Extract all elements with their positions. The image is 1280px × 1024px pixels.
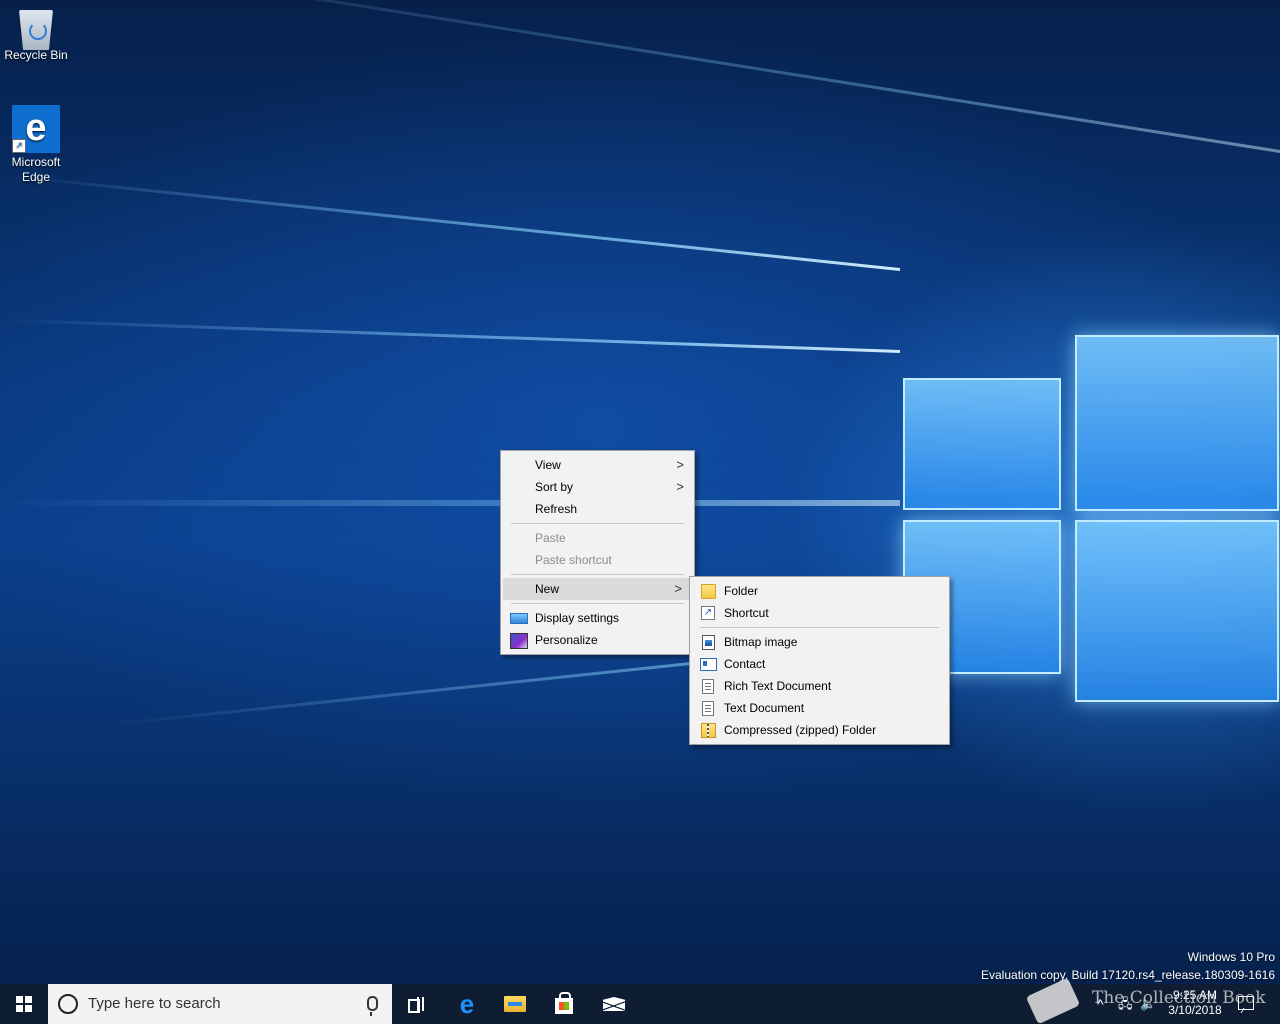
desktop-icon-microsoft-edge[interactable]: e ↗ Microsoft Edge bbox=[0, 105, 72, 185]
personalize-icon bbox=[510, 633, 528, 649]
bitmap-icon bbox=[702, 635, 715, 650]
store-icon bbox=[555, 992, 573, 1014]
menu-item-label: Paste shortcut bbox=[535, 553, 612, 567]
menu-item-view[interactable]: View > bbox=[501, 454, 694, 476]
task-view-button[interactable] bbox=[392, 984, 440, 1024]
text-document-icon bbox=[702, 701, 714, 716]
submenu-item-folder[interactable]: Folder bbox=[690, 580, 949, 602]
build-watermark: Evaluation copy. Build 17120.rs4_release… bbox=[981, 968, 1275, 982]
microphone-icon[interactable] bbox=[367, 996, 378, 1016]
windows-edition-watermark: Windows 10 Pro bbox=[1187, 950, 1275, 964]
menu-item-new[interactable]: New > bbox=[503, 578, 692, 600]
desktop-icon-recycle-bin[interactable]: Recycle Bin bbox=[0, 6, 72, 63]
search-input[interactable]: Type here to search bbox=[88, 984, 221, 1024]
menu-separator bbox=[511, 603, 684, 604]
menu-item-label: Text Document bbox=[724, 701, 805, 715]
brand-overlay-text: The Collection Book bbox=[1092, 988, 1266, 1008]
menu-item-label: Refresh bbox=[535, 502, 578, 516]
menu-item-label: Rich Text Document bbox=[724, 679, 832, 693]
windows-logo-icon bbox=[16, 996, 32, 1012]
window-logo-pane bbox=[1075, 520, 1279, 702]
window-logo-pane bbox=[1075, 335, 1279, 511]
mail-icon bbox=[603, 997, 625, 1011]
desktop-icon-label: Microsoft bbox=[11, 155, 61, 169]
menu-item-label: Display settings bbox=[535, 611, 620, 625]
menu-separator bbox=[511, 574, 684, 575]
desktop-icon-label: Edge bbox=[21, 170, 51, 184]
search-box[interactable]: Type here to search bbox=[48, 984, 392, 1024]
menu-item-refresh[interactable]: Refresh bbox=[501, 498, 694, 520]
menu-item-paste: Paste bbox=[501, 527, 694, 549]
menu-item-label: Sort by bbox=[535, 480, 574, 494]
menu-item-label: Compressed (zipped) Folder bbox=[724, 723, 877, 737]
edge-icon: e ↗ bbox=[12, 105, 60, 153]
submenu-item-shortcut[interactable]: ↗ Shortcut bbox=[690, 602, 949, 624]
zip-folder-icon bbox=[701, 723, 716, 738]
taskbar: Type here to search e ^ 🖧 🔈 9:25 AM 3/10… bbox=[0, 984, 1280, 1024]
contact-icon bbox=[700, 658, 717, 671]
menu-separator bbox=[700, 627, 939, 628]
cortana-icon bbox=[58, 994, 78, 1014]
menu-item-label: New bbox=[535, 582, 560, 596]
menu-item-sort-by[interactable]: Sort by > bbox=[501, 476, 694, 498]
menu-item-paste-shortcut: Paste shortcut bbox=[501, 549, 694, 571]
submenu-item-bitmap-image[interactable]: Bitmap image bbox=[690, 631, 949, 653]
desktop-icon-label: Recycle Bin bbox=[4, 48, 68, 62]
menu-item-label: Personalize bbox=[535, 633, 598, 647]
taskbar-mail-button[interactable] bbox=[590, 984, 638, 1024]
rich-text-icon bbox=[702, 679, 714, 694]
recycle-bin-icon bbox=[19, 10, 53, 50]
menu-item-label: Shortcut bbox=[724, 606, 769, 620]
menu-item-label: Contact bbox=[724, 657, 766, 671]
chevron-right-icon: > bbox=[674, 581, 682, 596]
menu-item-label: Folder bbox=[724, 584, 759, 598]
folder-icon bbox=[701, 584, 716, 599]
start-button[interactable] bbox=[0, 984, 48, 1024]
taskbar-store-button[interactable] bbox=[540, 984, 588, 1024]
taskbar-file-explorer-button[interactable] bbox=[491, 984, 539, 1024]
edge-icon: e bbox=[459, 989, 475, 1019]
menu-item-label: Paste bbox=[535, 531, 566, 545]
file-explorer-icon bbox=[504, 996, 526, 1012]
new-submenu: Folder ↗ Shortcut Bitmap image Contact R… bbox=[689, 576, 950, 745]
submenu-item-contact[interactable]: Contact bbox=[690, 653, 949, 675]
menu-item-personalize[interactable]: Personalize bbox=[501, 629, 694, 651]
chevron-right-icon: > bbox=[676, 457, 684, 472]
desktop-context-menu: View > Sort by > Refresh Paste Paste sho… bbox=[500, 450, 695, 655]
chevron-right-icon: > bbox=[676, 479, 684, 494]
display-icon bbox=[510, 613, 528, 624]
window-logo-pane bbox=[903, 378, 1061, 510]
menu-item-display-settings[interactable]: Display settings bbox=[501, 607, 694, 629]
task-view-icon bbox=[408, 997, 424, 1013]
menu-separator bbox=[511, 523, 684, 524]
taskbar-edge-button[interactable]: e bbox=[443, 984, 491, 1024]
submenu-item-text-document[interactable]: Text Document bbox=[690, 697, 949, 719]
menu-item-label: Bitmap image bbox=[724, 635, 798, 649]
shortcut-icon: ↗ bbox=[701, 606, 715, 620]
menu-item-label: View bbox=[535, 458, 561, 472]
submenu-item-rich-text-document[interactable]: Rich Text Document bbox=[690, 675, 949, 697]
submenu-item-compressed-folder[interactable]: Compressed (zipped) Folder bbox=[690, 719, 949, 741]
